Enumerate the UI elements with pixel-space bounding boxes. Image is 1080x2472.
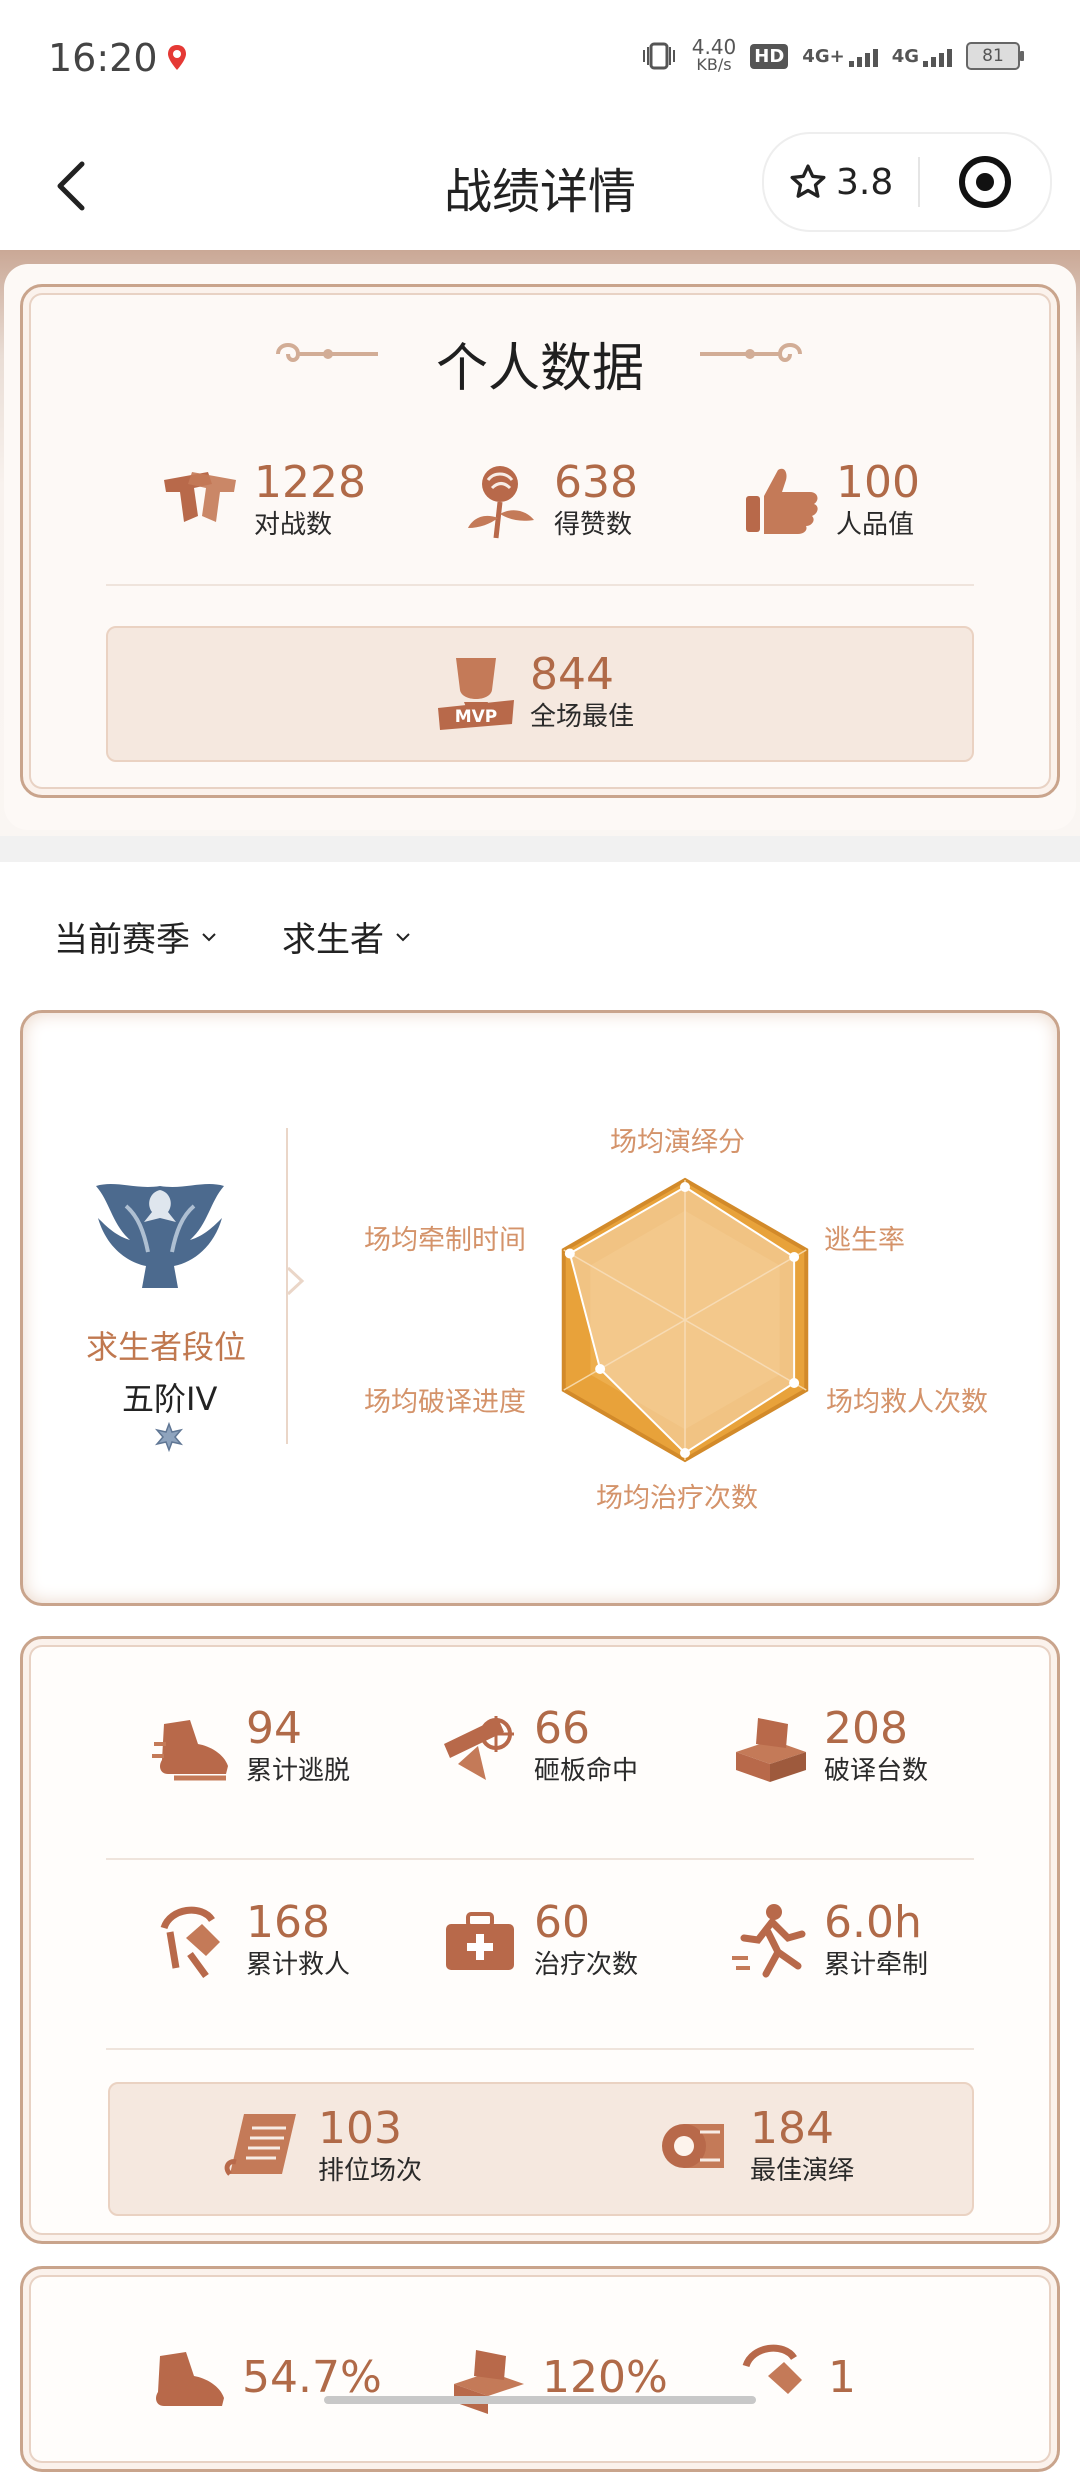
personal-divider: [106, 584, 974, 586]
radar-point: [789, 1252, 800, 1262]
running-shoe-icon: [156, 2352, 224, 2406]
medkit-icon: [446, 1912, 514, 1970]
radar-point: [789, 1378, 800, 1388]
signal-sim2: 4G: [892, 46, 952, 67]
rescue-hook-icon: [160, 1906, 220, 1979]
details-divider-2: [106, 2048, 974, 2050]
pistol-icon: [164, 472, 236, 522]
svg-text:MVP: MVP: [455, 707, 498, 727]
nav-header: 战绩详情 3.8: [0, 120, 1080, 250]
pallet-hit-stat: 66 砸板命中: [438, 1704, 638, 1788]
details-divider-1: [106, 1858, 974, 1860]
hd-badge: HD: [750, 43, 789, 69]
rank-divider-arrow: [286, 1266, 305, 1296]
chevron-down-icon: [396, 932, 410, 941]
escape-rate-stat: 54.7%: [146, 2336, 382, 2420]
battle-count-stat: 1228 对战数: [158, 458, 366, 542]
radar-chart: [561, 1177, 809, 1463]
film-reel-icon: [662, 2124, 724, 2168]
radar-label-heal: 场均治疗次数: [596, 1483, 758, 1514]
cipher-machine-icon: [736, 1718, 806, 1782]
radar-point: [564, 1248, 575, 1259]
rescue-avg-stat: 1: [732, 2336, 856, 2420]
pallet-hit-icon: [444, 1716, 514, 1780]
scroll-icon: [224, 2114, 296, 2176]
rank-emblem-icon: [96, 1184, 224, 1288]
thumbs-up-icon: [746, 468, 818, 534]
running-shoe-icon: [152, 1720, 228, 1781]
kite-stat: 6.0h 累计牵制: [728, 1898, 928, 1982]
mvp-trophy-icon: MVP: [438, 658, 514, 730]
radar-point: [680, 1448, 690, 1458]
personal-data-title: 个人数据: [435, 339, 644, 399]
cipher-count-stat: 208 破译台数: [728, 1704, 928, 1788]
chevron-down-icon: [202, 932, 216, 941]
character-value-stat: 100 人品值: [740, 458, 920, 542]
status-bar: 16:20 4.40 KB/s HD 4G+ 4G 81: [0, 0, 1080, 120]
network-speed: 4.40 KB/s: [691, 35, 737, 74]
season-filter-label: 当前赛季: [54, 920, 190, 960]
rank-label: 求生者段位: [86, 1328, 247, 1366]
best-performance-stat: 184 最佳演绎: [654, 2104, 854, 2188]
vibrate-icon: [642, 42, 675, 70]
ornament-right-icon: [700, 343, 802, 362]
radar-label-escape-rate: 逃生率: [824, 1225, 905, 1256]
radar-label-decode: 场均破译进度: [364, 1387, 526, 1418]
rose-icon: [468, 466, 534, 539]
rating-button[interactable]: 3.8: [764, 162, 918, 203]
rating-value: 3.8: [836, 161, 894, 203]
mvp-stat: MVP 844 全场最佳: [434, 650, 634, 734]
battery-icon: 81: [966, 42, 1024, 70]
radar-label-rescue: 场均救人次数: [826, 1387, 988, 1418]
close-mini-program-button[interactable]: [920, 154, 1050, 210]
home-indicator: [324, 2396, 756, 2404]
running-man-icon: [732, 1904, 806, 1978]
radar-label-performance: 场均演绎分: [610, 1127, 745, 1158]
mini-program-capsule: 3.8: [762, 132, 1052, 232]
rescue-stat: 168 累计救人: [150, 1898, 350, 1982]
role-filter[interactable]: 求生者: [282, 912, 412, 961]
radar-point: [680, 1182, 690, 1192]
decode-rate-stat: 120%: [446, 2336, 668, 2420]
radar-point: [595, 1364, 606, 1374]
section-gap: [0, 836, 1080, 862]
rank-value: 五阶IV: [122, 1380, 218, 1418]
likes-stat: 638 得赞数: [458, 458, 638, 542]
location-icon: [168, 45, 186, 70]
rescue-hook-icon: [742, 2344, 802, 2394]
ranked-games-stat: 103 排位场次: [222, 2104, 422, 2188]
rank-star-icon: [154, 1422, 184, 1452]
heal-stat: 60 治疗次数: [438, 1898, 638, 1982]
radar-label-kite-time: 场均牵制时间: [364, 1225, 526, 1256]
signal-sim1: 4G+: [802, 46, 878, 67]
star-icon: [790, 164, 826, 198]
season-filter[interactable]: 当前赛季: [54, 912, 218, 961]
status-time: 16:20: [48, 36, 158, 80]
target-icon: [959, 156, 1011, 208]
escape-stat: 94 累计逃脱: [150, 1704, 350, 1788]
cipher-machine-icon: [454, 2350, 524, 2414]
role-filter-label: 求生者: [282, 920, 384, 960]
